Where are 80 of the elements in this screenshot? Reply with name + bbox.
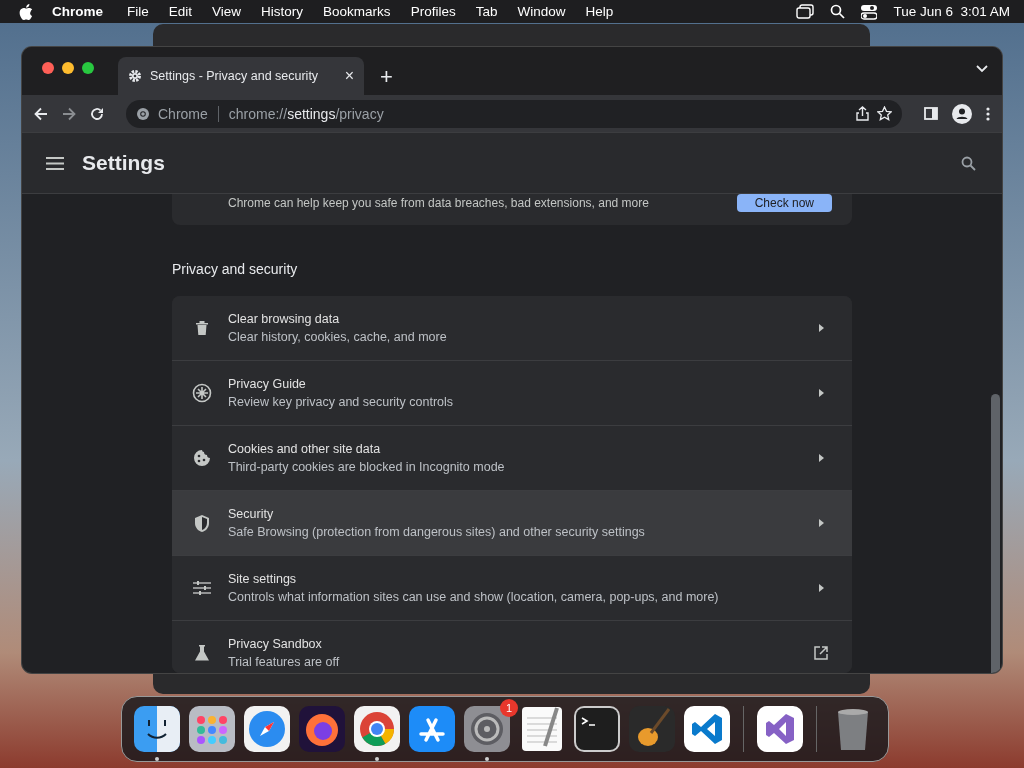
row-title: Site settings <box>228 572 298 587</box>
cookie-icon <box>193 449 211 468</box>
settings-row[interactable]: Security Safe Browsing (protection from dangerous sites) and other security settings <box>172 490 852 556</box>
menu-item[interactable]: Help <box>575 4 624 19</box>
row-subtitle: Third-party cookies are blocked in Incognito mode <box>228 460 506 475</box>
chevron-right-icon[interactable] <box>818 454 824 463</box>
zoom-window-button[interactable] <box>82 62 94 74</box>
address-bar[interactable]: Chrome chrome://settings/privacy <box>126 99 902 128</box>
shield-icon <box>194 513 210 533</box>
menu-item[interactable]: History <box>251 4 314 19</box>
control-center-icon[interactable] <box>861 3 878 20</box>
app-icon[interactable] <box>134 706 180 752</box>
sliders-icon <box>193 580 211 597</box>
menu-item[interactable]: Chrome <box>33 4 117 19</box>
app-icon[interactable] <box>684 706 730 752</box>
row-title: Clear browsing data <box>228 312 341 327</box>
back-arrow-icon[interactable] <box>34 106 48 121</box>
trash-icon <box>195 320 209 337</box>
menu-item[interactable]: File <box>117 4 159 19</box>
section-title: Privacy and security <box>172 261 299 278</box>
chevron-right-icon[interactable] <box>818 324 824 333</box>
row-subtitle: Review key privacy and security controls <box>228 395 455 410</box>
running-indicator-dot <box>155 757 159 761</box>
app-icon[interactable] <box>519 706 565 752</box>
menu-item[interactable]: Edit <box>158 4 203 19</box>
search-icon[interactable] <box>830 4 846 19</box>
new-tab-button[interactable]: + <box>380 64 393 90</box>
chrome-logo-icon <box>136 106 150 121</box>
side-panel-icon[interactable] <box>924 107 938 120</box>
row-title: Security <box>228 507 275 522</box>
app-icon[interactable] <box>464 706 510 752</box>
menu-item[interactable]: Tab <box>465 4 508 19</box>
app-icon[interactable] <box>574 706 620 752</box>
safety-check-text: Chrome can help keep you safe from data breaches, bad extensions, and more <box>228 196 650 210</box>
flask-icon <box>194 644 210 663</box>
menu-item[interactable]: Bookmarks <box>313 4 401 19</box>
scrollbar-thumb[interactable] <box>991 394 1000 673</box>
app-icon[interactable] <box>409 706 455 752</box>
reload-icon[interactable] <box>90 106 104 121</box>
check-now-button[interactable]: Check now <box>736 194 832 212</box>
app-icon[interactable] <box>354 706 400 752</box>
chevron-right-icon[interactable] <box>818 389 824 398</box>
menu-item[interactable]: View <box>202 4 252 19</box>
close-window-button[interactable] <box>42 62 54 74</box>
row-title: Cookies and other site data <box>228 442 382 457</box>
compass-icon <box>192 383 212 404</box>
menu-item[interactable]: Profiles <box>400 4 466 19</box>
notification-badge: 1 <box>500 699 518 717</box>
settings-title: Settings <box>82 151 166 175</box>
row-title: Privacy Sandbox <box>228 637 323 652</box>
star-icon[interactable] <box>877 106 892 121</box>
screen-mirroring-icon[interactable] <box>796 4 815 19</box>
running-indicator-dot <box>485 757 489 761</box>
app-icon[interactable] <box>299 706 345 752</box>
row-title: Privacy Guide <box>228 377 307 392</box>
row-subtitle: Trial features are off <box>228 655 341 670</box>
app-icon[interactable] <box>189 706 235 752</box>
menu-item[interactable]: Window <box>507 4 576 19</box>
share-icon[interactable] <box>856 106 869 121</box>
browser-tab[interactable]: Settings - Privacy and security × <box>118 57 364 95</box>
forward-arrow-icon[interactable] <box>62 106 76 121</box>
chevron-right-icon[interactable] <box>818 519 824 528</box>
row-subtitle: Safe Browsing (protection from dangerous sites) and other security settings <box>228 525 646 540</box>
clock-text[interactable]: Tue Jun 6 3:01 AM <box>893 4 1010 19</box>
row-subtitle: Clear history, cookies, cache, and more <box>228 330 448 345</box>
app-icon[interactable] <box>629 706 675 752</box>
minimize-window-button[interactable] <box>62 62 74 74</box>
close-tab-button[interactable]: × <box>344 67 354 85</box>
app-icon[interactable] <box>244 706 290 752</box>
chevron-right-icon[interactable] <box>818 584 824 593</box>
menu-icon[interactable] <box>46 156 64 170</box>
more-menu-icon[interactable] <box>986 106 990 121</box>
chevron-down-icon[interactable] <box>976 65 988 73</box>
external-link-icon[interactable] <box>814 646 828 661</box>
gear-icon <box>128 69 142 83</box>
app-icon[interactable] <box>757 706 803 752</box>
profile-avatar-icon[interactable] <box>952 103 972 124</box>
row-subtitle: Controls what information sites can use and show (location, camera, pop-ups, and more) <box>228 590 720 605</box>
running-indicator-dot <box>375 757 379 761</box>
apple-logo-icon[interactable] <box>19 3 33 20</box>
